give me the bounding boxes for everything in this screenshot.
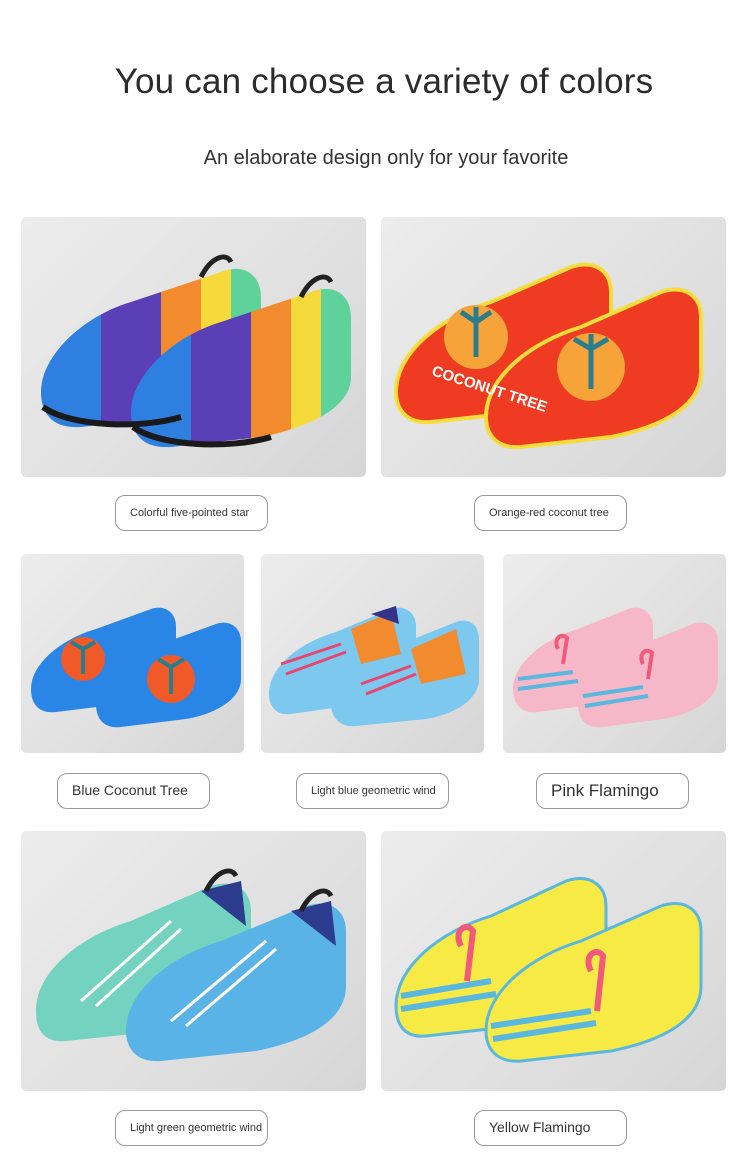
product-photo-lightblue-geometric[interactable] bbox=[261, 554, 484, 753]
page-subtitle: An elaborate design only for your favori… bbox=[203, 147, 569, 169]
product-label-blue-coconut: Blue Coconut Tree bbox=[57, 773, 210, 809]
product-label-star: Colorful five-pointed star bbox=[115, 495, 268, 531]
page-title: You can choose a variety of colors bbox=[114, 62, 654, 101]
product-label-orange-coconut: Orange-red coconut tree bbox=[474, 495, 627, 531]
product-photo-lightgreen-geometric[interactable] bbox=[21, 831, 366, 1091]
product-label-lightblue-geometric: Light blue geometric wind bbox=[296, 773, 449, 809]
product-label-yellow-flamingo: Yellow Flamingo bbox=[474, 1110, 627, 1146]
product-photo-orange-coconut[interactable]: COCONUT TREE bbox=[381, 217, 726, 477]
product-photo-pink-flamingo[interactable] bbox=[503, 554, 726, 753]
product-photo-blue-coconut[interactable] bbox=[21, 554, 244, 753]
product-label-lightgreen-geometric: Light green geometric wind bbox=[115, 1110, 268, 1146]
product-photo-yellow-flamingo[interactable] bbox=[381, 831, 726, 1091]
product-label-pink-flamingo: Pink Flamingo bbox=[536, 773, 689, 809]
product-photo-star[interactable] bbox=[21, 217, 366, 477]
